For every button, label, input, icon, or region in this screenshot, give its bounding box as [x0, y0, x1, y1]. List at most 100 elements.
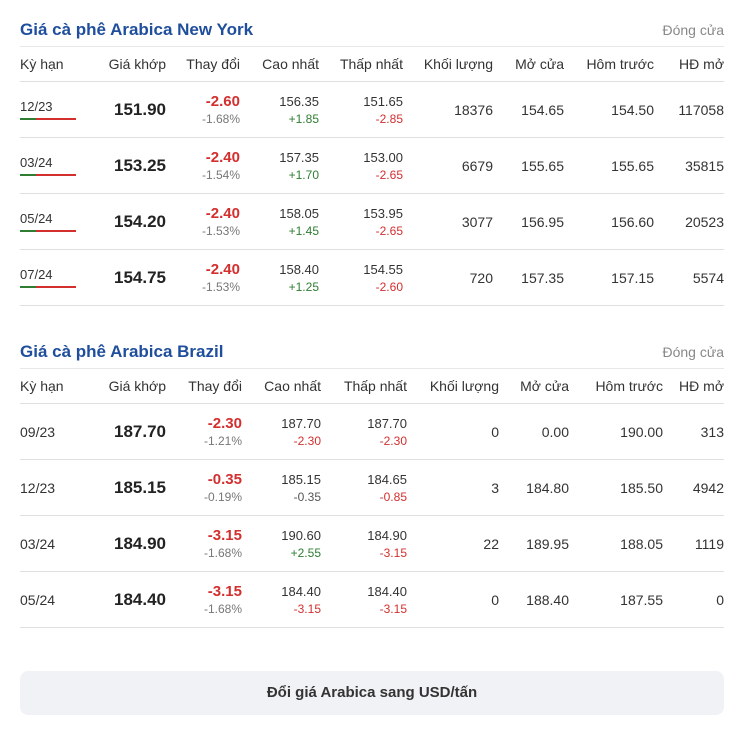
table-row: 03/24 184.90 -3.15 -1.68% 190.60 +2.55 184…	[20, 515, 724, 572]
prev-cell: 155.65	[564, 137, 654, 194]
ny-price-table: Kỳ hạn Giá khớp Thay đổi Cao nhất Thấp n…	[20, 46, 724, 306]
low-change: -2.65	[375, 223, 403, 238]
term-label: 03/24	[20, 155, 53, 170]
br-section: Giá cà phê Arabica Brazil Đóng cửa Kỳ hạ…	[20, 334, 724, 628]
table-row: 05/24 154.20 -2.40 -1.53% 158.05 +1.45 153…	[20, 193, 724, 250]
col-header-low: Thấp nhất	[319, 46, 403, 82]
volume-cell: 3	[407, 459, 499, 516]
col-header-term: Kỳ hạn	[20, 46, 90, 82]
range-bar	[20, 230, 76, 232]
coffee-price-page: Giá cà phê Arabica New York Đóng cửa Kỳ …	[0, 0, 750, 733]
convert-to-usd-ton-button[interactable]: Đổi giá Arabica sang USD/tấn	[20, 671, 724, 715]
open-interest-cell: 117058	[654, 81, 724, 138]
high-change: +2.55	[290, 545, 321, 560]
prev-cell: 156.60	[564, 193, 654, 250]
ny-section-header: Giá cà phê Arabica New York Đóng cửa	[20, 12, 724, 46]
col-header-prev: Hôm trước	[569, 368, 663, 404]
low-value: 184.90	[367, 527, 407, 543]
ny-header-row: Kỳ hạn Giá khớp Thay đổi Cao nhất Thấp n…	[20, 46, 724, 82]
change-value: -2.40	[205, 261, 240, 278]
term-label: 05/24	[20, 211, 53, 226]
high-value: 185.15	[281, 471, 321, 487]
col-header-prev: Hôm trước	[564, 46, 654, 82]
prev-cell: 154.50	[564, 81, 654, 138]
low-change: -2.85	[375, 111, 403, 126]
prev-cell: 187.55	[569, 571, 663, 628]
change-value: -3.15	[207, 583, 242, 600]
change-percent: -1.68%	[201, 112, 240, 126]
prev-cell: 188.05	[569, 515, 663, 572]
range-bar	[20, 286, 76, 288]
match-price: 187.70	[114, 421, 166, 441]
ny-section-title: Giá cà phê Arabica New York	[20, 20, 254, 39]
table-row: 07/24 154.75 -2.40 -1.53% 158.40 +1.25 154…	[20, 249, 724, 306]
volume-cell: 0	[407, 571, 499, 628]
col-header-oi: HĐ mở	[663, 368, 724, 404]
change-percent: -1.68%	[203, 602, 242, 616]
high-value: 184.40	[281, 583, 321, 599]
volume-cell: 18376	[403, 81, 493, 138]
change-percent: -1.54%	[201, 168, 240, 182]
high-value: 187.70	[281, 415, 321, 431]
open-cell: 0.00	[499, 403, 569, 460]
match-price: 185.15	[114, 477, 166, 497]
col-header-open: Mở cửa	[493, 46, 564, 82]
prev-cell: 190.00	[569, 403, 663, 460]
col-header-high: Cao nhất	[242, 368, 321, 404]
match-price: 184.40	[114, 589, 166, 609]
open-interest-cell: 5574	[654, 249, 724, 306]
open-interest-cell: 1119	[663, 515, 724, 572]
low-change: -2.65	[375, 167, 403, 182]
match-price: 153.25	[114, 155, 166, 175]
high-change: +1.70	[288, 167, 319, 182]
high-value: 190.60	[281, 527, 321, 543]
term-label: 07/24	[20, 267, 53, 282]
low-change: -0.85	[379, 489, 407, 504]
br-market-status: Đóng cửa	[662, 344, 724, 360]
table-row: 12/23 151.90 -2.60 -1.68% 156.35 +1.85 151…	[20, 81, 724, 138]
high-change: -0.35	[293, 489, 321, 504]
low-change: -3.15	[379, 601, 407, 616]
low-value: 153.95	[363, 205, 403, 221]
open-cell: 156.95	[493, 193, 564, 250]
high-change: +1.25	[288, 279, 319, 294]
table-row: 03/24 153.25 -2.40 -1.54% 157.35 +1.70 153…	[20, 137, 724, 194]
col-header-price: Giá khớp	[90, 46, 166, 82]
br-header-row: Kỳ hạn Giá khớp Thay đổi Cao nhất Thấp n…	[20, 368, 724, 404]
match-price: 151.90	[114, 99, 166, 119]
high-change: -3.15	[293, 601, 321, 616]
match-price: 154.20	[114, 211, 166, 231]
change-percent: -1.68%	[203, 546, 242, 560]
open-cell: 188.40	[499, 571, 569, 628]
low-change: -2.60	[375, 279, 403, 294]
col-header-term: Kỳ hạn	[20, 368, 90, 404]
match-price: 154.75	[114, 267, 166, 287]
prev-cell: 157.15	[564, 249, 654, 306]
change-value: -2.40	[205, 205, 240, 222]
br-section-title: Giá cà phê Arabica Brazil	[20, 342, 224, 361]
term-label: 12/23	[20, 99, 53, 114]
low-value: 184.65	[367, 471, 407, 487]
col-header-change: Thay đổi	[166, 46, 240, 82]
col-header-volume: Khối lượng	[407, 368, 499, 404]
match-price: 184.90	[114, 533, 166, 553]
change-percent: -1.21%	[203, 434, 242, 448]
open-interest-cell: 35815	[654, 137, 724, 194]
col-header-low: Thấp nhất	[321, 368, 407, 404]
col-header-open: Mở cửa	[499, 368, 569, 404]
br-section-header: Giá cà phê Arabica Brazil Đóng cửa	[20, 334, 724, 368]
low-value: 154.55	[363, 261, 403, 277]
open-cell: 184.80	[499, 459, 569, 516]
change-value: -3.15	[207, 527, 242, 544]
table-row: 12/23 185.15 -0.35 -0.19% 185.15 -0.35 184…	[20, 459, 724, 516]
open-cell: 189.95	[499, 515, 569, 572]
term-label: 03/24	[20, 515, 90, 572]
volume-cell: 3077	[403, 193, 493, 250]
open-cell: 157.35	[493, 249, 564, 306]
low-change: -3.15	[379, 545, 407, 560]
open-interest-cell: 0	[663, 571, 724, 628]
change-percent: -0.19%	[203, 490, 242, 504]
low-value: 151.65	[363, 93, 403, 109]
open-cell: 155.65	[493, 137, 564, 194]
high-change: -2.30	[293, 433, 321, 448]
